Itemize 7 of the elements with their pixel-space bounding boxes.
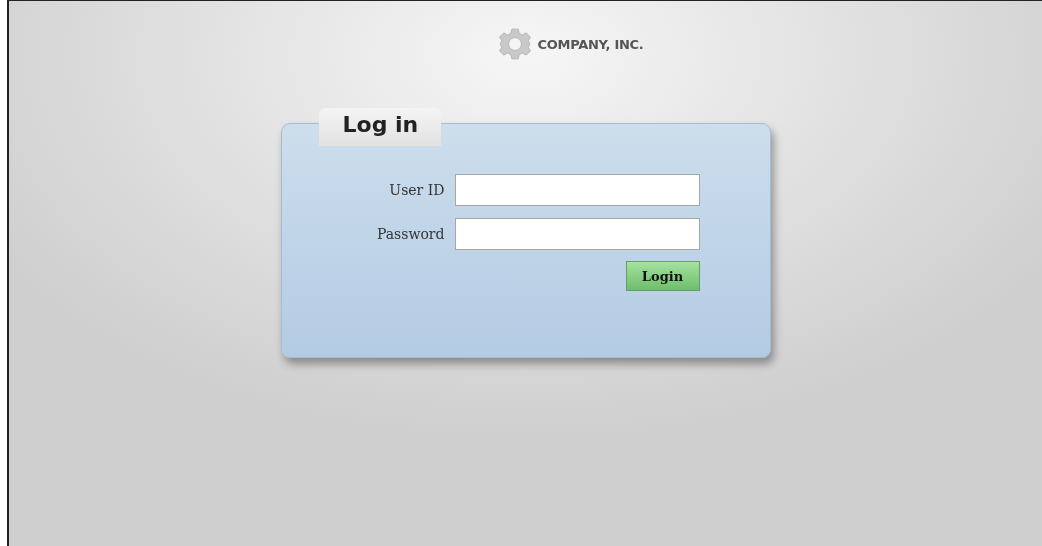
input-field[interactable] bbox=[454, 218, 700, 250]
login-button[interactable]: Login bbox=[625, 261, 700, 291]
field-label: User ID bbox=[389, 182, 445, 198]
field-label: Password bbox=[376, 226, 445, 242]
gear-icon bbox=[497, 27, 532, 61]
input-field[interactable] bbox=[454, 174, 700, 206]
company-name: COMPANY, INC. bbox=[537, 36, 644, 52]
